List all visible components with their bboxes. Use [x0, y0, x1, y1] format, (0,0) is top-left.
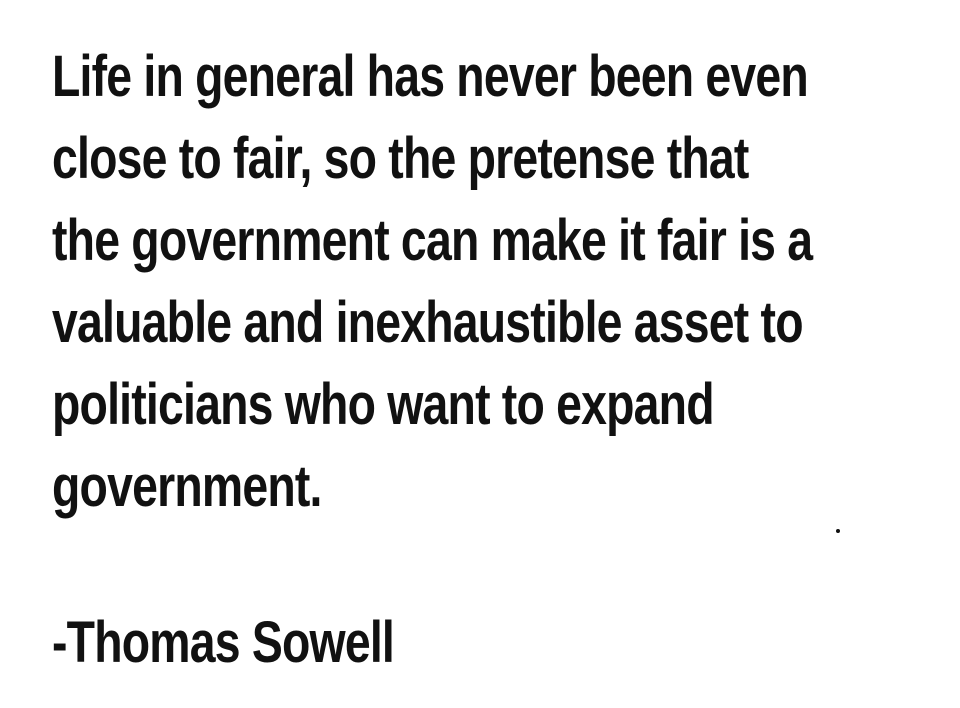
- quote-line: the government can make it fair is a: [52, 208, 813, 273]
- dot-mark: [836, 529, 840, 533]
- quote-attribution: -Thomas Sowell: [52, 610, 395, 675]
- quote-line: politicians who want to expand: [52, 372, 715, 437]
- quote-line: Life in general has never been even: [52, 44, 809, 109]
- quote-line: government.: [52, 454, 322, 519]
- quote-image: Life in general has never been even clos…: [0, 0, 960, 708]
- quote-line: close to fair, so the pretense that: [52, 126, 749, 191]
- quote-text: Life in general has never been even clos…: [52, 36, 932, 528]
- quote-line: valuable and inexhaustible asset to: [52, 290, 804, 355]
